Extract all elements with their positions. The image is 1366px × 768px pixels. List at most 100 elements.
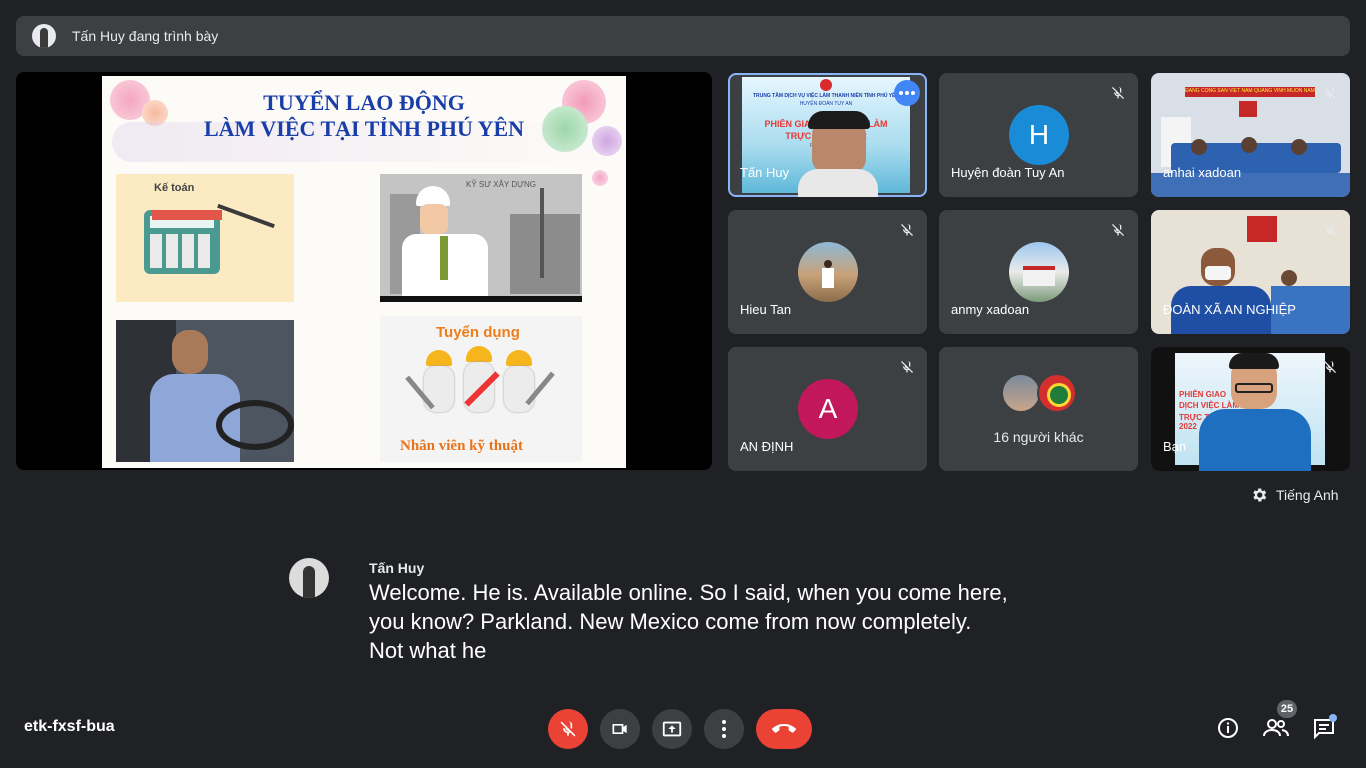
caption-language-button[interactable]: Tiếng Anh [1250, 486, 1339, 504]
others-avatar-1 [1001, 373, 1041, 413]
participant-tile-others[interactable]: 16 người khác [939, 347, 1138, 471]
participant-count-badge: 25 [1277, 700, 1297, 718]
participant-avatar-letter: A [798, 379, 858, 439]
caption-line-3: Not what he [369, 638, 487, 663]
mic-off-icon [1324, 360, 1336, 373]
driver-photo [116, 320, 294, 462]
slide-title: TUYỂN LAO ĐỘNG LÀM VIỆC TẠI TỈNH PHÚ YÊN [102, 90, 626, 142]
person-head [1191, 139, 1207, 155]
participant-name: ĐOÀN XÃ AN NGHIỆP [1163, 302, 1296, 317]
participant-name: AN ĐỊNH [740, 439, 794, 454]
helmet-icon [426, 350, 452, 366]
flower-decoration [592, 170, 608, 186]
helmet-icon [416, 186, 450, 206]
glasses-icon [1235, 383, 1273, 393]
caption-text: Welcome. He is. Available online. So I s… [369, 578, 1069, 665]
present-now-button[interactable] [652, 709, 692, 749]
meeting-code: etk-fxsf-bua [24, 718, 115, 735]
caption-line-2: you know? Parkland. New Mexico come from… [369, 609, 972, 634]
caption-line-1: Welcome. He is. Available online. So I s… [369, 580, 1008, 605]
self-hair [1229, 353, 1279, 369]
participant-hair [808, 111, 870, 129]
mic-off-icon [901, 223, 913, 236]
caption-speaker-name: Tấn Huy [369, 560, 425, 576]
end-call-button[interactable] [756, 709, 812, 749]
banner-red: ĐẢNG CỘNG SẢN VIỆT NAM QUANG VINH MUÔN N… [1185, 87, 1315, 97]
participant-avatar-photo [798, 242, 858, 302]
thumbnail-subheader: HUYỆN ĐOÀN TUY AN [799, 101, 853, 107]
slide-title-line1: TUYỂN LAO ĐỘNG [263, 90, 465, 115]
crane-icon [540, 188, 544, 278]
engineer-label: KỸ SƯ XÂY DỰNG [466, 180, 536, 189]
caption-language-label: Tiếng Anh [1276, 487, 1339, 503]
steering-wheel-icon [216, 400, 294, 450]
presentation-stage[interactable]: TUYỂN LAO ĐỘNG LÀM VIỆC TẠI TỈNH PHÚ YÊN… [16, 72, 712, 470]
thumbnail-header: TRUNG TÂM DỊCH VỤ VIỆC LÀM THANH NIÊN TỈ… [752, 93, 900, 99]
person-head [1241, 137, 1257, 153]
participant-shirt [798, 169, 878, 197]
camera-icon [612, 724, 627, 734]
accounting-panel: Kế toán [116, 174, 294, 302]
more-options-button[interactable] [704, 709, 744, 749]
participant-tile-tan-huy[interactable]: TRUNG TÂM DỊCH VỤ VIỆC LÀM THANH NIÊN TỈ… [728, 73, 927, 197]
presenting-banner: Tấn Huy đang trình bày [16, 16, 1350, 56]
participant-name: Huyện đoàn Tuy An [951, 165, 1065, 180]
paper-icon [152, 210, 222, 220]
gear-icon [1253, 488, 1267, 502]
pen-icon [217, 203, 275, 229]
tie-icon [440, 236, 448, 280]
participant-tile-an-dinh[interactable]: A AN ĐỊNH [728, 347, 927, 471]
mic-off-icon [560, 721, 576, 737]
flag-icon [1247, 216, 1277, 242]
participant-name: Bạn [1163, 439, 1187, 454]
recruiting-panel: Tuyển dụng Nhân viên kỹ thuật [380, 316, 582, 462]
others-count-label: 16 người khác [993, 429, 1084, 445]
present-icon [662, 721, 682, 737]
participant-name: anhai xadoan [1163, 165, 1242, 180]
helmet-icon [466, 346, 492, 362]
recruiting-label: Tuyển dụng [436, 324, 520, 341]
building-shape [510, 214, 580, 294]
presenting-text: Tấn Huy đang trình bày [72, 28, 219, 44]
worker-figure [504, 366, 534, 412]
camera-toggle-button[interactable] [600, 709, 640, 749]
participant-tile-doan-xa-an-nghiep[interactable]: ĐOÀN XÃ AN NGHIỆP [1151, 210, 1350, 334]
accounting-label: Kế toán [154, 182, 195, 194]
participant-name: Tấn Huy [740, 165, 790, 180]
meeting-details-button[interactable] [1214, 714, 1242, 742]
more-vert-icon [722, 720, 726, 738]
presenter-avatar [32, 24, 56, 48]
mic-off-icon [1324, 223, 1336, 236]
youth-union-logo [820, 79, 832, 91]
more-horiz-icon [899, 91, 915, 95]
participants-button[interactable] [1262, 714, 1290, 742]
helmet-icon [506, 350, 532, 366]
participant-avatar-photo [1009, 242, 1069, 302]
chat-notification-dot [1329, 714, 1337, 722]
mic-toggle-button[interactable] [548, 709, 588, 749]
person-head [1291, 139, 1307, 155]
participant-tile-hieu-tan[interactable]: Hieu Tan [728, 210, 927, 334]
caption-speaker-avatar [289, 558, 329, 598]
participant-tile-anhai-xadoan[interactable]: ĐẢNG CỘNG SẢN VIỆT NAM QUANG VINH MUÔN N… [1151, 73, 1350, 197]
self-slide-line1: PHIÊN GIAO DỊCH VIỆC LÀM [1179, 390, 1239, 410]
tech-label: Nhân viên kỹ thuật [400, 438, 523, 454]
others-avatar-2 [1037, 373, 1077, 413]
engineer-face [420, 204, 448, 234]
more-options-button[interactable] [894, 80, 920, 106]
participant-tile-you[interactable]: PHIÊN GIAO DỊCH VIỆC LÀM TRỰC TUYẾN 2022… [1151, 347, 1350, 471]
self-shirt [1199, 409, 1311, 471]
mic-off-icon [1112, 223, 1124, 236]
end-call-icon [772, 724, 796, 733]
mic-off-icon [1112, 86, 1124, 99]
participant-tile-huyen-doan[interactable]: H Huyện đoàn Tuy An [939, 73, 1138, 197]
participant-name: Hieu Tan [740, 302, 792, 317]
panel-base [380, 296, 582, 302]
participant-name: anmy xadoan [951, 302, 1030, 317]
engineer-panel: KỸ SƯ XÂY DỰNG [380, 174, 582, 302]
face-mask [1205, 266, 1231, 280]
mic-off-icon [901, 360, 913, 373]
people-icon [1263, 719, 1289, 737]
participant-tile-anmy-xadoan[interactable]: anmy xadoan [939, 210, 1138, 334]
mic-off-icon [1324, 86, 1336, 99]
